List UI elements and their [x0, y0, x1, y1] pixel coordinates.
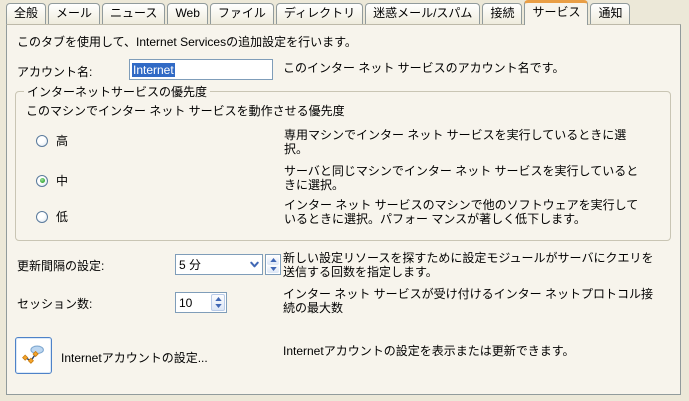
account-name-input[interactable]: Internet	[129, 59, 273, 80]
update-interval-combobox[interactable]: 5 分	[175, 254, 281, 275]
priority-low-description: インター ネット サービスのマシンで他のソフトウェアを実行しているときに選択。パ…	[284, 198, 648, 226]
priority-high-description: 専用マシンでインター ネット サービスを実行しているときに選択。	[284, 128, 648, 156]
spinner-down-icon[interactable]	[267, 265, 279, 274]
tab-files[interactable]: ファイル	[210, 3, 274, 24]
priority-medium-description: サーバと同じマシンでインター ネット サービスを実行しているときに選択。	[284, 164, 648, 192]
tab-mail[interactable]: メール	[48, 3, 100, 24]
update-interval-value: 5 分	[176, 256, 247, 273]
priority-radio-high[interactable]: 高	[36, 132, 68, 149]
priority-high-label: 高	[56, 132, 68, 149]
sessions-stepper[interactable]: 10	[175, 292, 227, 313]
priority-medium-label: 中	[56, 172, 68, 189]
tab-general[interactable]: 全般	[6, 3, 46, 24]
tab-news[interactable]: ニュース	[102, 3, 165, 24]
account-name-label: アカウント名:	[17, 63, 92, 80]
tab-bar: 全般 メール ニュース Web ファイル ディレクトリ 迷惑メール/スパム 接続…	[6, 3, 632, 24]
tab-web[interactable]: Web	[167, 3, 207, 24]
priority-caption: このマシンでインター ネット サービスを動作させる優先度	[26, 102, 345, 119]
radio-button-icon[interactable]	[36, 135, 48, 147]
radio-button-icon[interactable]	[36, 175, 48, 187]
internet-accounts-button[interactable]	[15, 337, 52, 374]
tab-spam[interactable]: 迷惑メール/スパム	[365, 3, 480, 24]
sessions-description: インター ネット サービスが受け付けるインター ネットプロトコル接続の最大数	[283, 287, 655, 315]
account-name-value: Internet	[132, 63, 175, 77]
spinner-up-icon[interactable]	[267, 256, 279, 265]
tab-intro-text: このタブを使用して、Internet Servicesの追加設定を行います。	[17, 33, 357, 50]
radio-button-icon[interactable]	[36, 211, 48, 223]
priority-radio-low[interactable]: 低	[36, 208, 68, 225]
network-accounts-icon	[21, 342, 46, 370]
chevron-down-icon[interactable]	[247, 259, 262, 270]
priority-radio-medium[interactable]: 中	[36, 172, 68, 189]
priority-groupbox: インターネットサービスの優先度 このマシンでインター ネット サービスを動作させ…	[15, 91, 671, 241]
priority-low-label: 低	[56, 208, 68, 225]
tab-services[interactable]: サービス	[524, 0, 588, 25]
internet-accounts-button-label: Internetアカウントの設定...	[61, 349, 208, 366]
internet-accounts-description: Internetアカウントの設定を表示または更新できます。	[283, 344, 673, 358]
update-interval-spinner[interactable]	[265, 254, 281, 275]
sessions-label: セッション数:	[17, 295, 92, 312]
priority-groupbox-legend: インターネットサービスの優先度	[24, 83, 210, 100]
sessions-value: 10	[176, 293, 210, 312]
update-interval-description: 新しい設定リソースを探すために設定モジュールがサーバにクエリを送信する回数を指定…	[283, 251, 655, 279]
tab-directory[interactable]: ディレクトリ	[276, 3, 363, 24]
spinner-down-icon[interactable]	[212, 303, 224, 311]
tab-notifications[interactable]: 通知	[590, 3, 630, 24]
tab-connection[interactable]: 接続	[482, 3, 522, 24]
spinner-up-icon[interactable]	[212, 295, 224, 303]
update-interval-label: 更新間隔の設定:	[17, 257, 104, 274]
account-name-description: このインター ネット サービスのアカウント名です。	[283, 61, 663, 75]
services-tab-panel: このタブを使用して、Internet Servicesの追加設定を行います。 ア…	[6, 24, 681, 395]
